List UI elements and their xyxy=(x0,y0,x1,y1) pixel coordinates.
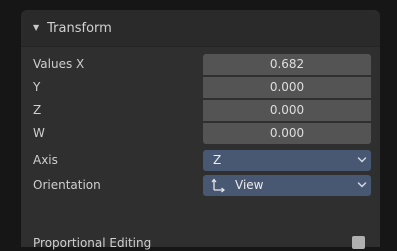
axis-label: Axis xyxy=(33,153,58,167)
axis-dropdown[interactable]: Z xyxy=(203,150,371,171)
proportional-editing-checkbox[interactable] xyxy=(352,236,365,249)
values-y-label: Y xyxy=(33,80,41,94)
orientation-view-icon xyxy=(211,178,225,193)
panel-title: Transform xyxy=(47,20,112,36)
orientation-dropdown[interactable]: View xyxy=(203,175,371,196)
chevron-down-icon xyxy=(357,182,367,188)
values-z-field[interactable]: 0.000 xyxy=(203,100,371,121)
chevron-down-icon xyxy=(357,157,367,163)
proportional-editing-label: Proportional Editing xyxy=(33,236,152,250)
transform-panel: ▼ Transform Values X 0.682 Y 0.000 Z 0.0… xyxy=(21,10,380,247)
values-x-field[interactable]: 0.682 xyxy=(203,54,371,75)
values-w-field[interactable]: 0.000 xyxy=(203,123,371,144)
values-z-label: Z xyxy=(33,103,42,117)
values-y-field[interactable]: 0.000 xyxy=(203,77,371,98)
orientation-label: Orientation xyxy=(33,178,101,192)
values-w-label: W xyxy=(33,126,45,140)
values-x-label: Values X xyxy=(33,57,85,71)
axis-selected-value: Z xyxy=(213,153,222,167)
orientation-selected-value: View xyxy=(235,178,264,192)
collapse-arrow-icon[interactable]: ▼ xyxy=(33,23,39,32)
panel-header[interactable]: ▼ Transform xyxy=(21,10,380,47)
